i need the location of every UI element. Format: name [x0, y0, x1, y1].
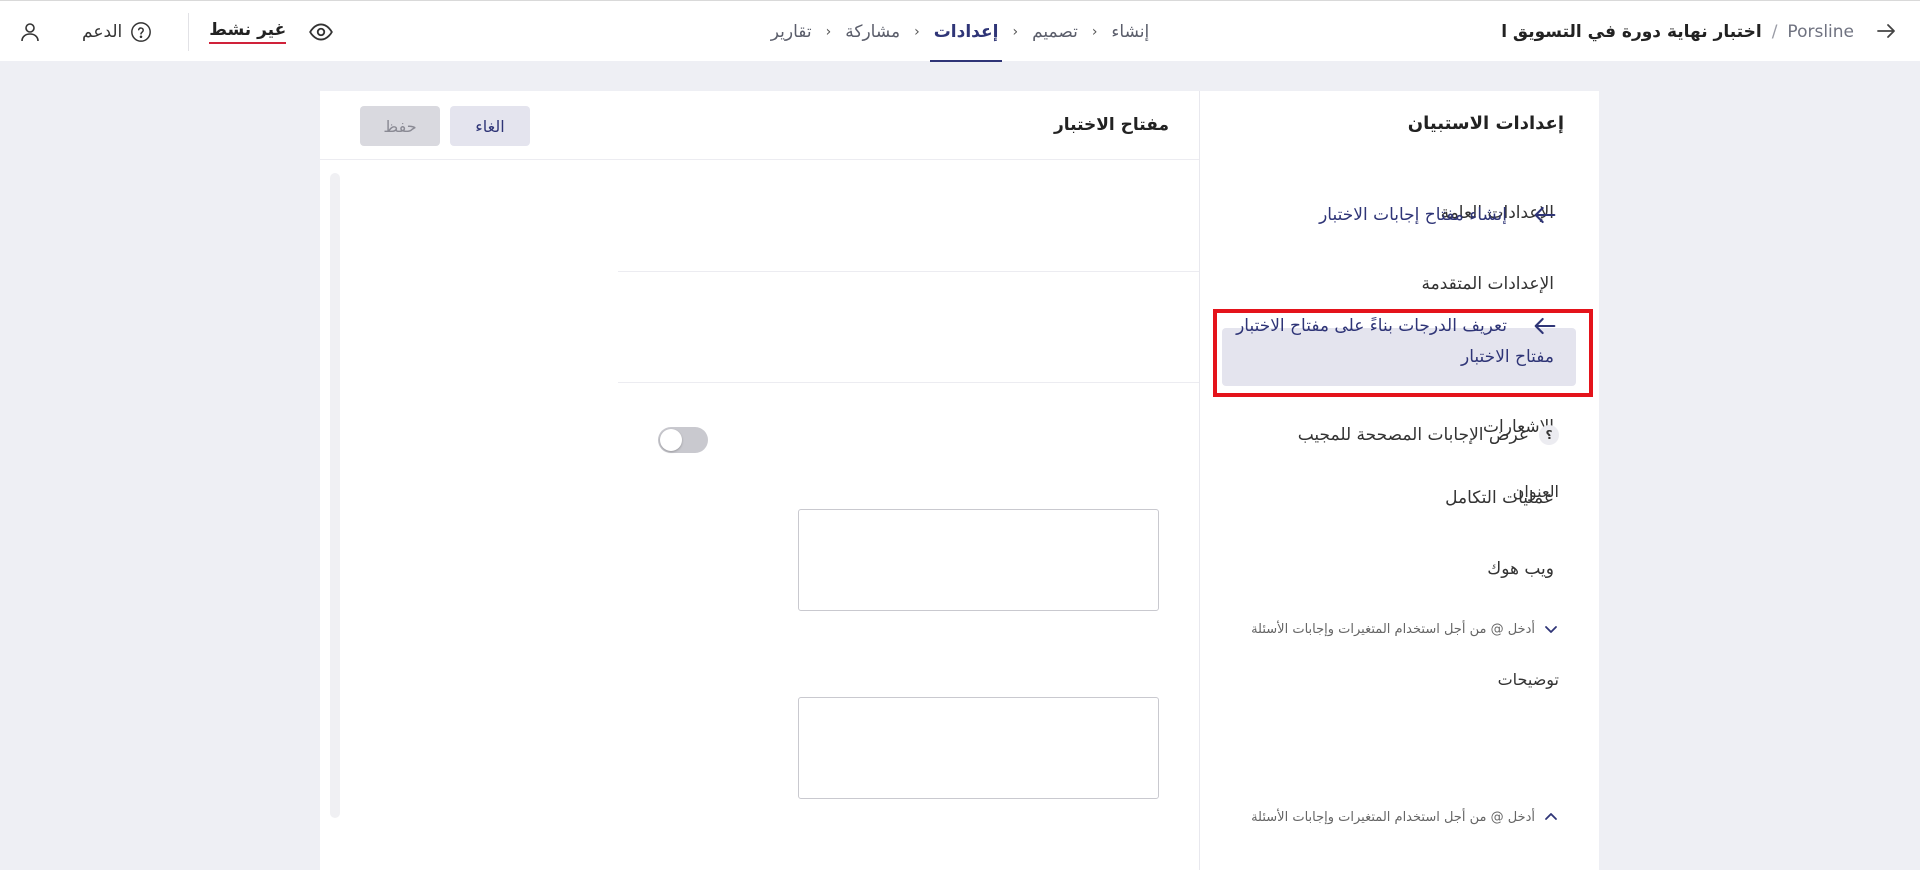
description-textarea[interactable]	[798, 697, 1159, 799]
content-header: مفتاح الاختبار الغاء حفظ	[320, 91, 1199, 160]
survey-title: اختبار نهاية دورة في التسويق ا	[1501, 22, 1762, 42]
description-field-hint[interactable]: أدخل @ من أجل استخدام المتغيرات وإجابات …	[1251, 809, 1559, 825]
user-icon[interactable]	[18, 20, 42, 44]
chevron-left-icon: ›	[914, 23, 920, 40]
sidebar-item-webhook[interactable]: ويب هوك	[1487, 559, 1554, 579]
step-share[interactable]: مشاركة	[841, 1, 904, 62]
toggle-knob	[660, 429, 682, 451]
page-title: مفتاح الاختبار	[1053, 115, 1169, 135]
show-correct-answers-toggle[interactable]	[658, 427, 708, 453]
chevron-left-icon: ›	[1091, 23, 1098, 40]
support-label: الدعم	[82, 21, 123, 42]
brand-link[interactable]: Porsline	[1787, 22, 1854, 42]
create-answer-key-link[interactable]: إنشاء مفتاح إجابات الاختبار	[1319, 201, 1559, 229]
show-correct-answers-setting: عرض الإجابات المصححة للمجيب ؟	[1298, 425, 1559, 445]
step-create[interactable]: إنشاء	[1107, 1, 1153, 62]
description-field-label: توضيحات	[1497, 670, 1559, 689]
support-button[interactable]: الدعم	[82, 21, 152, 43]
help-circle-icon	[131, 21, 152, 42]
sidebar-title: إعدادات الاستبيان	[1407, 113, 1564, 134]
define-scores-link[interactable]: تعريف الدرجات بناءً على مفتاح الاختبار	[1236, 312, 1559, 340]
row-divider	[618, 382, 1199, 383]
chevron-left-icon: ›	[1012, 23, 1019, 40]
settings-panel: إعدادات الاستبيان الإعدادات العامة الإعد…	[320, 91, 1599, 870]
question-mark-icon[interactable]: ؟	[1539, 425, 1559, 445]
eye-icon[interactable]	[308, 19, 334, 45]
top-actions: الدعم غير نشط	[18, 1, 334, 62]
link-label: تعريف الدرجات بناءً على مفتاح الاختبار	[1236, 316, 1507, 336]
step-reports[interactable]: تقارير	[767, 1, 816, 62]
title-field-hint[interactable]: أدخل @ من أجل استخدام المتغيرات وإجابات …	[1251, 621, 1559, 637]
arrow-left-icon	[1534, 317, 1556, 335]
step-design[interactable]: تصميم	[1028, 1, 1082, 62]
scrollbar[interactable]	[330, 173, 340, 818]
arrow-right-icon[interactable]	[1874, 19, 1898, 43]
breadcrumb: Porsline / اختبار نهاية دورة في التسويق …	[1501, 19, 1854, 45]
row-divider	[618, 271, 1199, 272]
sidebar-item-label: مفتاح الاختبار	[1461, 347, 1554, 367]
hint-text: أدخل @ من أجل استخدام المتغيرات وإجابات …	[1251, 809, 1535, 825]
divider	[188, 12, 190, 51]
cancel-button[interactable]: الغاء	[450, 106, 530, 146]
save-button[interactable]: حفظ	[360, 106, 440, 146]
chevron-down-icon	[1545, 626, 1557, 633]
title-field-label: العنوان	[1512, 482, 1559, 501]
step-settings[interactable]: إعدادات	[929, 1, 1003, 62]
hint-text: أدخل @ من أجل استخدام المتغيرات وإجابات …	[1251, 621, 1535, 637]
breadcrumb-separator: /	[1771, 22, 1778, 42]
link-label: إنشاء مفتاح إجابات الاختبار	[1319, 205, 1507, 225]
title-textarea[interactable]	[798, 509, 1159, 611]
top-bar: Porsline / اختبار نهاية دورة في التسويق …	[0, 0, 1920, 62]
chevron-up-icon	[1545, 813, 1557, 820]
chevron-left-icon: ›	[825, 23, 832, 40]
status-badge[interactable]: غير نشط	[209, 20, 287, 44]
arrow-left-icon	[1534, 206, 1556, 224]
sidebar-item-advanced[interactable]: الإعدادات المتقدمة	[1421, 274, 1554, 294]
toggle-label: عرض الإجابات المصححة للمجيب	[1297, 425, 1529, 445]
step-navigation: إنشاء › تصميم › إعدادات › مشاركة › تقاري…	[771, 1, 1149, 62]
